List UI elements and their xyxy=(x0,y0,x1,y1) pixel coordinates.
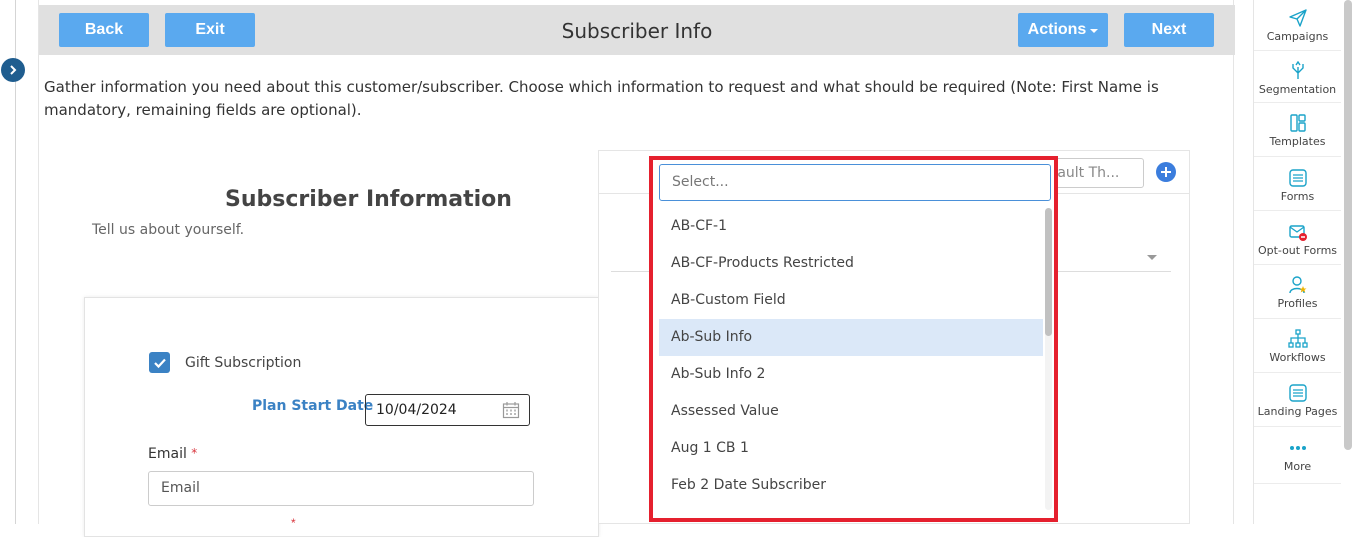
dropdown-option[interactable]: AB-CF-1 xyxy=(659,208,1043,245)
opt-out-forms-icon xyxy=(1288,225,1307,241)
sidebar-item-landing-pages[interactable]: Landing Pages xyxy=(1254,383,1341,418)
paper-plane-icon xyxy=(1288,9,1307,27)
dropdown-options-list: AB-CF-1 AB-CF-Products Restricted AB-Cus… xyxy=(659,208,1043,504)
divider xyxy=(1254,50,1341,51)
checkmark-icon xyxy=(153,358,166,368)
top-toolbar: Subscriber Info Back Exit Actions Next xyxy=(39,5,1235,55)
dropdown-option-highlighted[interactable]: Ab-Sub Info xyxy=(659,319,1043,356)
divider xyxy=(1254,372,1341,373)
divider xyxy=(1254,483,1341,484)
preview-subtitle: Tell us about yourself. xyxy=(92,222,245,238)
sidebar-item-forms[interactable]: Forms xyxy=(1254,168,1341,203)
dropdown-option[interactable]: Aug 1 CB 1 xyxy=(659,430,1043,467)
divider xyxy=(1254,426,1341,427)
landing-pages-icon xyxy=(1288,384,1307,402)
sidebar-item-templates[interactable]: Templates xyxy=(1254,113,1341,148)
right-sidebar: Campaigns Segmentation Templates Forms O… xyxy=(1253,0,1341,524)
sidebar-item-label: Campaigns xyxy=(1266,30,1329,43)
dropdown-option[interactable]: Assessed Value xyxy=(659,393,1043,430)
sidebar-item-label: Opt-out Forms xyxy=(1257,244,1338,257)
sidebar-item-label: Landing Pages xyxy=(1257,405,1338,418)
sidebar-item-label: Templates xyxy=(1269,135,1326,148)
dropdown-search-input[interactable]: Select... xyxy=(659,164,1051,201)
dropdown-option[interactable]: AB-CF-Products Restricted xyxy=(659,245,1043,282)
next-button[interactable]: Next xyxy=(1124,13,1214,47)
plan-start-date-value: 10/04/2024 xyxy=(376,402,457,418)
sidebar-item-label: More xyxy=(1283,460,1312,473)
plan-start-date-label: Plan Start Date xyxy=(252,398,374,414)
dropdown-option[interactable]: Feb 2 Date Subscriber xyxy=(659,467,1043,504)
calendar-icon[interactable] xyxy=(502,401,520,419)
email-label: Email * xyxy=(148,446,198,462)
preview-title: Subscriber Information xyxy=(225,187,512,212)
gift-subscription-checkbox[interactable] xyxy=(149,352,170,373)
dropdown-option[interactable]: AB-Custom Field xyxy=(659,282,1043,319)
plus-icon xyxy=(1161,167,1171,177)
expand-panel-button[interactable] xyxy=(1,58,25,82)
actions-button[interactable]: Actions xyxy=(1018,13,1108,47)
plan-start-date-input[interactable]: 10/04/2024 xyxy=(365,394,530,426)
sidebar-item-profiles[interactable]: Profiles xyxy=(1254,275,1341,310)
description-text: Gather information you need about this c… xyxy=(44,78,1159,119)
profiles-icon xyxy=(1288,276,1306,294)
field-select-dropdown: Select... AB-CF-1 AB-CF-Products Restric… xyxy=(649,156,1058,522)
dropdown-scrollbar[interactable] xyxy=(1045,208,1052,510)
preview-form-card: Gift Subscription Plan Start Date 10/04/… xyxy=(84,297,599,537)
divider xyxy=(1254,264,1341,265)
sidebar-item-segmentation[interactable]: Segmentation xyxy=(1254,61,1341,96)
sidebar-item-label: Workflows xyxy=(1269,351,1326,364)
caret-down-icon[interactable] xyxy=(1147,255,1157,260)
workflows-icon xyxy=(1287,329,1308,348)
sidebar-item-more[interactable]: More xyxy=(1254,438,1341,473)
sidebar-item-campaigns[interactable]: Campaigns xyxy=(1254,8,1341,43)
sidebar-item-label: Forms xyxy=(1280,190,1315,203)
forms-icon xyxy=(1288,169,1307,187)
page-scrollbar[interactable] xyxy=(1344,0,1352,450)
divider xyxy=(1254,318,1341,319)
templates-icon xyxy=(1289,114,1306,132)
divider xyxy=(1254,156,1341,157)
chevron-right-icon xyxy=(10,65,17,75)
sidebar-item-workflows[interactable]: Workflows xyxy=(1254,329,1341,364)
email-field[interactable]: Email xyxy=(148,471,534,506)
exit-button[interactable]: Exit xyxy=(165,13,255,47)
segmentation-icon xyxy=(1291,61,1304,79)
divider xyxy=(1254,210,1341,211)
add-button[interactable] xyxy=(1156,162,1176,182)
actions-label: Actions xyxy=(1027,21,1087,38)
form-preview: Subscriber Information Tell us about you… xyxy=(39,130,637,537)
sidebar-item-label: Segmentation xyxy=(1258,83,1337,96)
sidebar-item-label: Profiles xyxy=(1277,297,1318,310)
dropdown-scrollbar-thumb[interactable] xyxy=(1045,208,1052,336)
caret-down-icon xyxy=(1090,29,1099,33)
divider xyxy=(1254,102,1341,103)
required-asterisk: * xyxy=(291,516,296,530)
gift-subscription-label: Gift Subscription xyxy=(185,355,302,371)
sidebar-item-opt-out-forms[interactable]: Opt-out Forms xyxy=(1254,222,1341,257)
dropdown-option[interactable]: Ab-Sub Info 2 xyxy=(659,356,1043,393)
more-dots-icon xyxy=(1289,446,1306,450)
required-asterisk: * xyxy=(191,446,198,460)
back-button[interactable]: Back xyxy=(59,13,149,47)
